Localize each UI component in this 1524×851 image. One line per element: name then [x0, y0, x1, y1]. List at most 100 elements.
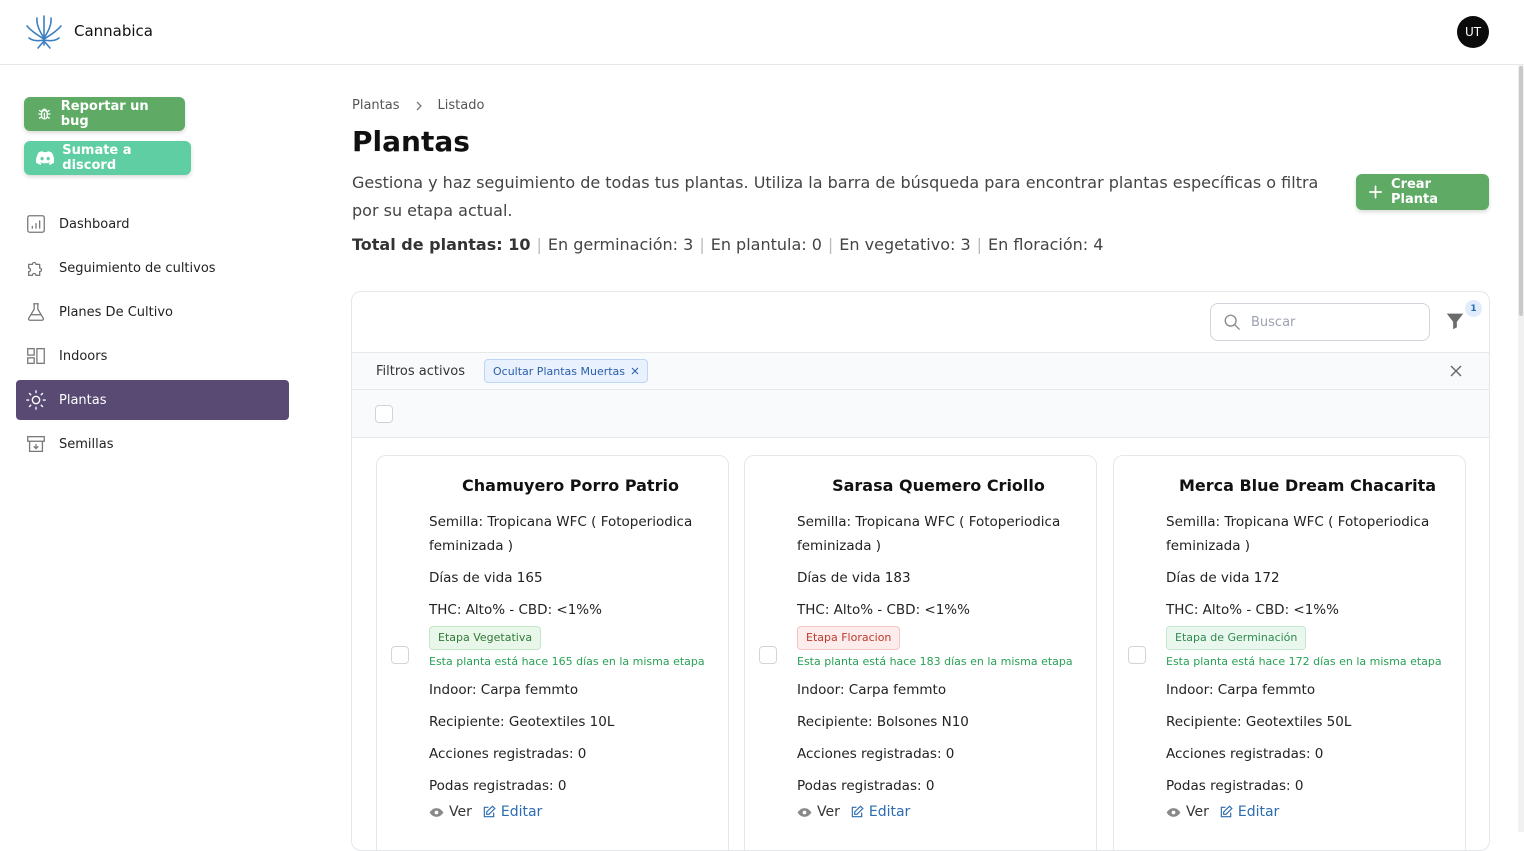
search-placeholder: Buscar [1251, 314, 1296, 330]
plant-indoor: Indoor: Carpa femmto [429, 682, 579, 698]
search-input[interactable]: Buscar [1210, 303, 1430, 341]
sidebar-item-dashboard[interactable]: Dashboard [16, 204, 289, 244]
plant-days-alive: Días de vida 172 [1166, 570, 1280, 586]
edit-label: Editar [868, 804, 911, 820]
active-filters-label: Filtros activos [376, 364, 466, 379]
plant-actions: Ver Editar [1166, 804, 1456, 820]
sidebar-item-label: Indoors [59, 348, 108, 364]
user-avatar[interactable]: UT [1457, 16, 1489, 48]
breadcrumb-item-plants[interactable]: Plantas [352, 98, 400, 113]
edit-plant-link[interactable]: Editar [1219, 804, 1279, 820]
edit-icon [851, 805, 864, 818]
cannabis-leaf-logo-icon[interactable] [24, 12, 64, 52]
plant-seed: Semilla: Tropicana WFC ( Fotoperiodica f… [429, 514, 693, 554]
plants-panel: Buscar 1 Filtros activos Ocultar Plantas… [351, 291, 1490, 851]
stage-duration-note: Esta planta está hace 165 días en la mis… [429, 655, 705, 668]
plant-seed: Semilla: Tropicana WFC ( Fotoperiodica f… [797, 514, 1061, 554]
plant-container: Recipiente: Geotextiles 50L [1166, 714, 1352, 730]
edit-icon [1220, 805, 1233, 818]
stat-germination: En germinación: 3 [547, 235, 694, 254]
stat-vegetative: En vegetativo: 3 [839, 235, 971, 254]
sidebar-item-indoors[interactable]: Indoors [16, 336, 289, 376]
report-bug-label: Reportar un bug [60, 99, 149, 129]
stage-badge: Etapa de Germinación [1166, 626, 1307, 650]
app-name: Cannabica [74, 22, 153, 40]
plant-name: Chamuyero Porro Patrio [462, 476, 679, 495]
plant-indoor: Indoor: Carpa femmto [797, 682, 947, 698]
sidebar-item-plants[interactable]: Plantas [16, 380, 289, 420]
edit-label: Editar [1237, 804, 1280, 820]
select-all-row [352, 390, 1489, 438]
view-label: Ver [817, 804, 840, 820]
create-plant-label: Crear Planta [1391, 177, 1439, 207]
plant-details: Semilla: Tropicana WFC ( Fotoperiodica f… [429, 510, 719, 820]
plant-actions-count: Acciones registradas: 0 [1166, 746, 1324, 762]
discord-label: Sumate a discord [62, 143, 132, 173]
sidebar-item-crop-plans[interactable]: Planes De Cultivo [16, 292, 289, 332]
active-filters-bar: Filtros activos Ocultar Plantas Muertas [352, 352, 1489, 390]
plant-days-alive: Días de vida 165 [429, 570, 543, 586]
plant-checkbox[interactable] [759, 646, 777, 664]
view-plant-link[interactable]: Ver [1166, 804, 1209, 820]
plant-stats: Total de plantas: 10 | En germinación: 3… [352, 235, 1103, 254]
plant-details: Semilla: Tropicana WFC ( Fotoperiodica f… [1166, 510, 1456, 820]
plus-icon [1369, 185, 1382, 199]
edit-plant-link[interactable]: Editar [482, 804, 542, 820]
page-title: Plantas [352, 125, 470, 158]
filter-icon[interactable] [1444, 310, 1466, 332]
stat-seedling: En plantula: 0 [710, 235, 822, 254]
select-all-checkbox[interactable] [375, 405, 393, 423]
plant-actions-count: Acciones registradas: 0 [429, 746, 587, 762]
sidebar-item-label: Semillas [59, 436, 114, 452]
sidebar-item-label: Plantas [59, 392, 107, 408]
filter-count-badge: 1 [1465, 300, 1482, 317]
view-plant-link[interactable]: Ver [429, 804, 472, 820]
plant-indoor: Indoor: Carpa femmto [1166, 682, 1316, 698]
close-icon[interactable] [631, 367, 639, 375]
sidebar-item-label: Dashboard [59, 216, 130, 232]
edit-plant-link[interactable]: Editar [850, 804, 910, 820]
plant-container: Recipiente: Geotextiles 10L [429, 714, 615, 730]
breadcrumb-item-list: Listado [437, 98, 485, 113]
top-header: Cannabica UT [0, 0, 1524, 65]
scrollbar-thumb[interactable] [1519, 66, 1523, 316]
discord-button[interactable]: Sumate a discord [24, 141, 191, 175]
clear-filters-icon[interactable] [1448, 363, 1464, 379]
plant-seed: Semilla: Tropicana WFC ( Fotoperiodica f… [1166, 514, 1430, 554]
stage-duration-note: Esta planta está hace 183 días en la mis… [797, 655, 1073, 668]
puzzle-icon [28, 261, 43, 276]
plant-name: Sarasa Quemero Criollo [832, 476, 1045, 495]
breadcrumb: Plantas Listado [352, 98, 484, 113]
archive-icon [27, 436, 45, 452]
sidebar-item-seeds[interactable]: Semillas [16, 424, 289, 464]
create-plant-button[interactable]: Crear Planta [1356, 174, 1489, 210]
discord-icon [36, 151, 55, 165]
plant-actions: Ver Editar [429, 804, 719, 820]
plant-checkbox[interactable] [1128, 646, 1146, 664]
page-description: Gestiona y haz seguimiento de todas tus … [352, 173, 1319, 220]
layout-icon [27, 348, 45, 364]
plant-thc-cbd: THC: Alto% - CBD: <1%% [429, 602, 602, 618]
sidebar-item-label: Seguimiento de cultivos [59, 260, 216, 276]
chevron-right-icon [416, 101, 422, 110]
plant-checkbox[interactable] [391, 646, 409, 664]
stat-flowering: En floración: 4 [988, 235, 1104, 254]
sun-icon [26, 390, 46, 410]
sidebar-item-crop-tracking[interactable]: Seguimiento de cultivos [16, 248, 289, 288]
view-label: Ver [449, 804, 472, 820]
plant-prunes-count: Podas registradas: 0 [1166, 778, 1304, 794]
plant-container: Recipiente: Bolsones N10 [797, 714, 969, 730]
edit-label: Editar [500, 804, 543, 820]
eye-icon [797, 807, 812, 817]
separator: | [699, 235, 705, 254]
view-plant-link[interactable]: Ver [797, 804, 840, 820]
plant-card: Sarasa Quemero Criollo Semilla: Tropican… [744, 455, 1097, 850]
eye-icon [429, 807, 444, 817]
stage-badge: Etapa Floracion [797, 626, 901, 650]
filter-chip-hide-dead[interactable]: Ocultar Plantas Muertas [484, 359, 649, 383]
plant-thc-cbd: THC: Alto% - CBD: <1%% [1166, 602, 1339, 618]
report-bug-button[interactable]: Reportar un bug [24, 97, 185, 131]
plant-prunes-count: Podas registradas: 0 [797, 778, 935, 794]
plant-thc-cbd: THC: Alto% - CBD: <1%% [797, 602, 970, 618]
stage-badge: Etapa Vegetativa [429, 626, 542, 650]
